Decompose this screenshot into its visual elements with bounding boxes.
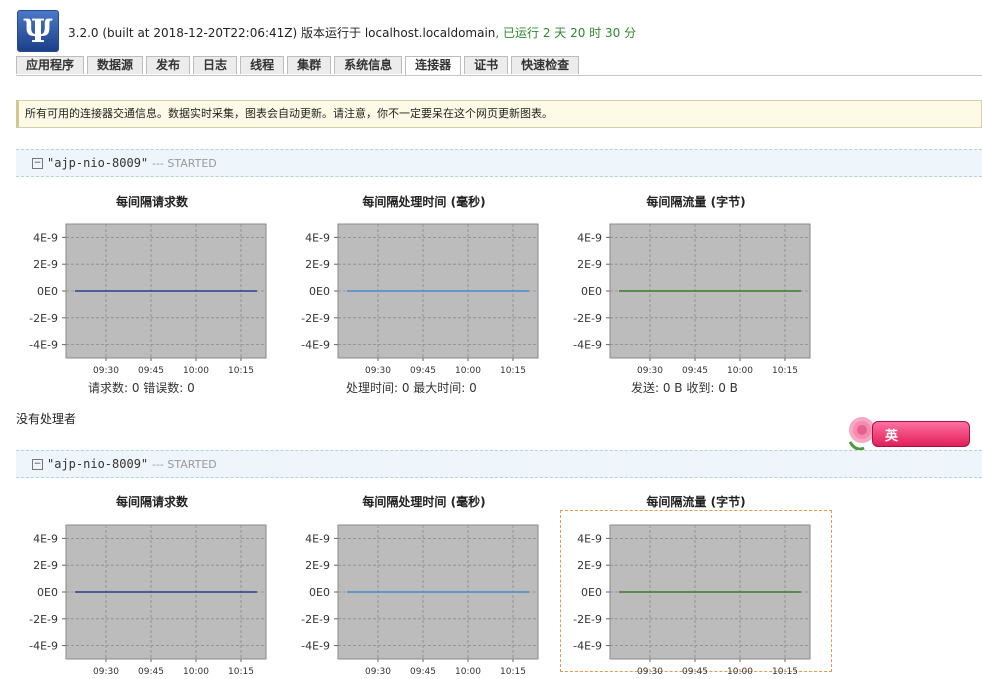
y-tick-label: -2E-9 — [29, 613, 58, 626]
y-tick-label: 0E0 — [309, 285, 330, 298]
chart-title-traffic: 每间隔流量 (字节) — [646, 495, 746, 509]
y-tick-label: -4E-9 — [573, 640, 602, 653]
tab-bar: 应用程序 数据源 发布 日志 线程 集群 系统信息 连接器 证书 快速检查 — [16, 56, 982, 76]
chart-traffic: 4E-9 2E-9 0E0 -2E-9 -4E-9 09:30 09:45 10:00 10:1… — [573, 223, 811, 376]
x-tick-label: 09:45 — [138, 667, 164, 677]
y-tick-label: 0E0 — [37, 586, 58, 599]
chart-requests: 4E-9 2E-9 0E0 -2E-9 -4E-9 09:30 09:45 10:00 10:1… — [29, 524, 267, 677]
y-tick-label: -2E-9 — [301, 613, 330, 626]
x-tick-label: 10:15 — [228, 366, 254, 376]
x-tick-label: 09:45 — [138, 366, 164, 376]
no-handler-text: 没有处理者 — [16, 412, 77, 426]
app-logo: Ψ — [17, 10, 59, 52]
y-tick-label: -2E-9 — [29, 312, 58, 325]
host-name: localhost.localdomain — [364, 26, 496, 40]
chart-title-time: 每间隔处理时间 (毫秒) — [362, 195, 486, 209]
y-tick-label: 0E0 — [309, 586, 330, 599]
y-tick-label: 2E-9 — [305, 258, 330, 271]
chart-title-requests: 每间隔请求数 — [115, 195, 188, 209]
connector-state: --- STARTED — [151, 157, 217, 170]
connector-header[interactable]: − "ajp-nio-8009" --- STARTED — [16, 149, 982, 177]
x-tick-label: 10:00 — [727, 366, 753, 376]
chart-requests: 4E-9 2E-9 0E0 -2E-9 -4E-9 09:30 09:45 10:00 10:1… — [29, 223, 267, 376]
x-tick-label: 09:30 — [637, 366, 663, 376]
x-tick-label: 09:30 — [365, 366, 391, 376]
tab-0[interactable]: 应用程序 — [16, 56, 85, 74]
y-tick-label: 2E-9 — [577, 258, 602, 271]
y-tick-label: 2E-9 — [305, 559, 330, 572]
x-tick-label: 10:00 — [183, 366, 209, 376]
y-tick-label: 4E-9 — [33, 532, 58, 545]
x-tick-label: 09:45 — [410, 667, 436, 677]
x-tick-label: 09:45 — [682, 667, 708, 677]
tab-3[interactable]: 日志 — [193, 56, 238, 74]
x-tick-label: 10:00 — [455, 366, 481, 376]
stats-time: 处理时间: 0 最大时间: 0 — [346, 381, 477, 395]
x-tick-label: 10:15 — [772, 667, 798, 677]
x-tick-label: 10:00 — [727, 667, 753, 677]
y-tick-label: -4E-9 — [29, 339, 58, 352]
ime-bar[interactable]: 英 — [872, 421, 970, 447]
x-tick-label: 09:30 — [93, 667, 119, 677]
collapse-icon[interactable]: − — [32, 158, 43, 169]
x-tick-label: 10:15 — [500, 667, 526, 677]
connector-name: "ajp-nio-8009" — [47, 457, 149, 471]
tab-6[interactable]: 系统信息 — [334, 56, 403, 74]
y-tick-label: -4E-9 — [573, 339, 602, 352]
y-tick-label: -4E-9 — [301, 640, 330, 653]
chart-title-requests: 每间隔请求数 — [115, 495, 188, 509]
x-tick-label: 10:00 — [455, 667, 481, 677]
collapse-icon[interactable]: − — [32, 459, 43, 470]
connector-header[interactable]: − "ajp-nio-8009" --- STARTED — [16, 450, 982, 478]
tab-2[interactable]: 发布 — [146, 56, 191, 74]
y-tick-label: 4E-9 — [33, 231, 58, 244]
chart-traffic: 4E-9 2E-9 0E0 -2E-9 -4E-9 09:30 09:45 10:00 10:1… — [573, 524, 811, 677]
connector-state: --- STARTED — [151, 458, 217, 471]
chart-time: 4E-9 2E-9 0E0 -2E-9 -4E-9 09:30 09:45 10:00 10:1… — [301, 524, 539, 677]
x-tick-label: 09:30 — [365, 667, 391, 677]
y-tick-label: 2E-9 — [577, 559, 602, 572]
stats-traffic: 发送: 0 B 收到: 0 B — [631, 381, 738, 395]
tab-5[interactable]: 集群 — [287, 56, 332, 74]
x-tick-label: 10:15 — [500, 366, 526, 376]
y-tick-label: 4E-9 — [577, 231, 602, 244]
x-tick-label: 10:15 — [772, 366, 798, 376]
y-tick-label: 4E-9 — [577, 532, 602, 545]
x-tick-label: 09:30 — [93, 366, 119, 376]
x-tick-label: 10:15 — [228, 667, 254, 677]
y-tick-label: 2E-9 — [33, 559, 58, 572]
y-tick-label: -2E-9 — [573, 312, 602, 325]
x-tick-label: 09:45 — [410, 366, 436, 376]
chart-time: 4E-9 2E-9 0E0 -2E-9 -4E-9 09:30 09:45 10:00 10:1… — [301, 223, 539, 376]
uptime-text: , 已运行 2 天 20 时 30 分 — [495, 26, 637, 40]
version-text: 3.2.0 (built at 2018-12-20T22:06:41Z) 版本… — [68, 26, 365, 40]
logo-glyph: Ψ — [23, 12, 53, 50]
stats-requests: 请求数: 0 错误数: 0 — [88, 381, 195, 395]
notice-banner: 所有可用的连接器交通信息。数据实时采集，图表会自动更新。请注意，你不一定要呆在这… — [16, 100, 982, 128]
y-tick-label: 0E0 — [581, 586, 602, 599]
tab-7[interactable]: 连接器 — [405, 56, 462, 75]
x-tick-label: 10:00 — [183, 667, 209, 677]
y-tick-label: 4E-9 — [305, 231, 330, 244]
tab-1[interactable]: 数据源 — [87, 56, 144, 74]
x-tick-label: 09:30 — [637, 667, 663, 677]
chart-title-time: 每间隔处理时间 (毫秒) — [362, 495, 486, 509]
y-tick-label: 0E0 — [581, 285, 602, 298]
connector-name: "ajp-nio-8009" — [47, 156, 149, 170]
y-tick-label: -2E-9 — [301, 312, 330, 325]
ime-lang-label[interactable]: 英 — [885, 425, 898, 444]
y-tick-label: 0E0 — [37, 285, 58, 298]
header-info: 3.2.0 (built at 2018-12-20T22:06:41Z) 版本… — [68, 24, 636, 41]
y-tick-label: 4E-9 — [305, 532, 330, 545]
y-tick-label: -4E-9 — [301, 339, 330, 352]
tab-8[interactable]: 证书 — [464, 56, 509, 74]
chart-title-traffic: 每间隔流量 (字节) — [646, 195, 746, 209]
y-tick-label: -2E-9 — [573, 613, 602, 626]
y-tick-label: -4E-9 — [29, 640, 58, 653]
tab-4[interactable]: 线程 — [240, 56, 285, 74]
x-tick-label: 09:45 — [682, 366, 708, 376]
y-tick-label: 2E-9 — [33, 258, 58, 271]
tab-9[interactable]: 快速检查 — [511, 56, 580, 74]
